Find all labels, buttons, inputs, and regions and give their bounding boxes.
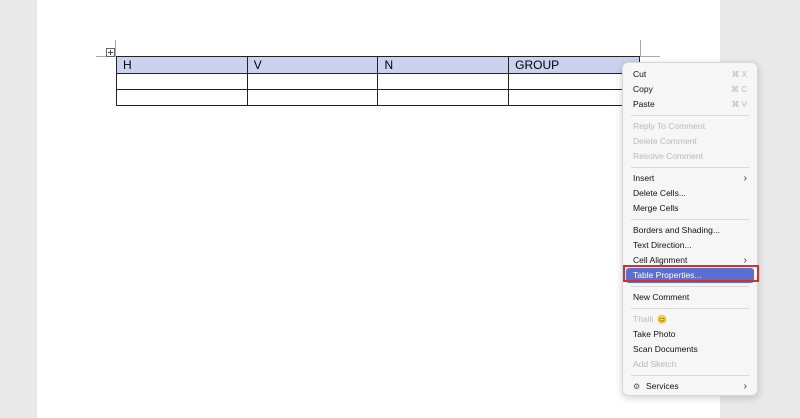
menu-item-paste[interactable]: Paste ⌘ V [623,97,757,112]
menu-separator [631,219,749,220]
menu-item-copy[interactable]: Copy ⌘ C [623,82,757,97]
menu-item-borders-and-shading[interactable]: Borders and Shading... [623,223,757,238]
menu-item-label: Borders and Shading... [633,225,720,235]
context-menu: Cut ⌘ X Copy ⌘ C Paste ⌘ V Reply To Comm… [622,62,758,396]
menu-item-shortcut: ⌘ X [731,70,747,79]
menu-item-add-sketch: Add Sketch [623,357,757,372]
table-header-cell[interactable]: H [116,56,248,74]
menu-item-resolve-comment: Resolve Comment [623,149,757,164]
menu-item-label: Add Sketch [633,359,677,369]
table-header-cell[interactable]: GROUP [508,56,640,74]
menu-item-reply-to-comment: Reply To Comment [623,119,757,134]
menu-item-label: Merge Cells [633,203,679,213]
table-cell[interactable] [116,89,248,106]
table-cell[interactable] [377,89,510,106]
menu-item-label: Resolve Comment [633,151,703,161]
table-header-row: H V N GROUP [116,56,640,74]
crop-mark [640,56,660,57]
emoji-icon: 😊 [657,315,668,324]
menu-item-shortcut: ⌘ C [731,85,747,94]
table-cell[interactable] [508,89,640,106]
menu-item-cut[interactable]: Cut ⌘ X [623,67,757,82]
document-table[interactable]: H V N GROUP [116,56,640,106]
menu-item-label: Cut [633,69,647,79]
menu-item-label: Scan Documents [633,344,698,354]
menu-item-merge-cells[interactable]: Merge Cells [623,201,757,216]
chevron-right-icon: › [743,173,747,184]
menu-separator [631,308,749,309]
menu-separator [631,286,749,287]
table-cell[interactable] [508,73,640,90]
menu-item-label: Reply To Comment [633,121,706,131]
menu-item-shortcut: ⌘ V [731,100,747,109]
services-icon: ⚙ [633,382,641,391]
table-cell[interactable] [246,89,379,106]
menu-item-services[interactable]: ⚙ Services › [623,379,757,394]
chevron-right-icon: › [743,381,747,392]
screen: H V N GROUP Cut ⌘ X Copy ⌘ C Paste ⌘ V R… [0,0,800,418]
table-cell[interactable] [377,73,510,90]
crop-mark [115,40,116,56]
menu-item-delete-comment: Delete Comment [623,134,757,149]
menu-item-label: Delete Cells... [633,188,686,198]
menu-separator [631,115,749,116]
menu-item-label: Services [646,381,679,391]
table-cell[interactable] [246,73,379,90]
menu-item-insert[interactable]: Insert › [623,171,757,186]
menu-item-new-comment[interactable]: New Comment [623,290,757,305]
menu-item-delete-cells[interactable]: Delete Cells... [623,186,757,201]
menu-item-label: New Comment [633,292,690,302]
menu-item-label: Delete Comment [633,136,697,146]
menu-item-scan-documents[interactable]: Scan Documents [623,342,757,357]
crop-mark [640,40,641,56]
menu-separator [631,375,749,376]
table-row [116,89,640,106]
menu-item-label: Text Direction... [633,240,692,250]
menu-item-text-direction[interactable]: Text Direction... [623,238,757,253]
table-header-cell[interactable]: N [377,56,510,74]
table-cell[interactable] [116,73,248,90]
menu-item-label: Thaili [633,314,654,324]
menu-item-device: Thaili 😊 [623,312,757,327]
menu-item-label: Insert [633,173,655,183]
menu-item-label: Copy [633,84,653,94]
menu-separator [631,167,749,168]
annotation-highlight-box [623,265,759,282]
menu-item-take-photo[interactable]: Take Photo [623,327,757,342]
table-row [116,73,640,90]
table-header-cell[interactable]: V [246,56,379,74]
menu-item-label: Take Photo [633,329,676,339]
move-handle-icon[interactable] [106,48,115,57]
menu-item-label: Paste [633,99,655,109]
